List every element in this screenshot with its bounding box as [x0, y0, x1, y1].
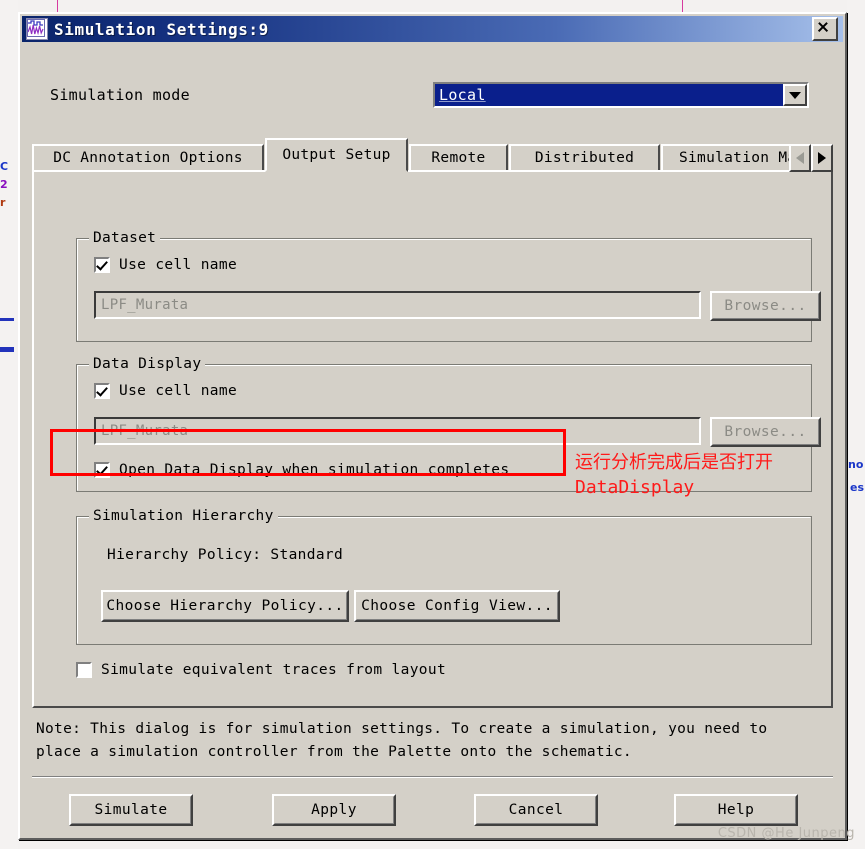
simulate-equivalent-traces-checkbox-row[interactable]: Simulate equivalent traces from layout	[76, 662, 446, 678]
checkbox-icon[interactable]	[94, 383, 110, 399]
background-right-strip	[847, 0, 865, 849]
data-display-group-title: Data Display	[89, 356, 206, 372]
background-text-no: no	[848, 458, 864, 471]
background-text-fragment: C	[0, 160, 9, 173]
dataset-use-cell-name-label: Use cell name	[119, 257, 238, 273]
open-data-display-label: Open Data Display when simulation comple…	[119, 462, 510, 478]
note-line-2: place a simulation controller from the P…	[36, 744, 632, 760]
background-bar	[0, 318, 14, 321]
tab-label: DC Annotation Options	[53, 150, 243, 166]
chevron-down-icon[interactable]	[783, 84, 807, 106]
background-guide-line	[57, 0, 58, 12]
dataset-use-cell-name-checkbox-row[interactable]: Use cell name	[94, 257, 237, 273]
simulation-mode-label: Simulation mode	[50, 86, 190, 104]
tab-scroll-buttons	[789, 144, 833, 172]
background-bar	[0, 347, 14, 352]
background-text-fragment: 2	[0, 178, 8, 191]
screen: C 2 r no es Simulation Settings:9 Simula…	[0, 0, 865, 849]
tab-strip: DC Annotation Options Output Setup Remot…	[32, 138, 833, 172]
tab-remote[interactable]: Remote	[409, 144, 508, 172]
tab-label: Output Setup	[282, 147, 391, 163]
simulation-mode-select[interactable]: Local	[433, 82, 809, 108]
data-display-browse-button[interactable]: Browse...	[710, 417, 821, 447]
checkbox-icon[interactable]	[94, 462, 110, 478]
simulation-hierarchy-group-title: Simulation Hierarchy	[89, 508, 278, 524]
output-setup-panel: Dataset Use cell name LPF_Murata Browse.…	[32, 170, 833, 708]
tab-label: Simulation Ma	[679, 150, 797, 166]
data-display-use-cell-name-checkbox-row[interactable]: Use cell name	[94, 383, 237, 399]
group-bevel	[77, 517, 811, 644]
data-display-path-value: LPF_Murata	[101, 423, 189, 439]
help-button-label: Help	[717, 802, 755, 818]
simulate-button-label: Simulate	[94, 802, 168, 818]
apply-button-label: Apply	[311, 802, 357, 818]
choose-config-view-label: Choose Config View...	[361, 598, 553, 614]
background-guide-line	[682, 0, 683, 12]
triangle-down-glyph	[789, 91, 801, 99]
dataset-browse-label: Browse...	[724, 298, 807, 314]
tab-label: Remote	[431, 150, 486, 166]
tab-output-setup[interactable]: Output Setup	[265, 138, 408, 172]
simulate-button[interactable]: Simulate	[69, 794, 193, 826]
simulation-settings-dialog: Simulation Settings:9 Simulation mode Lo…	[18, 12, 847, 840]
apply-button[interactable]: Apply	[272, 794, 396, 826]
background-left-strip	[0, 0, 18, 849]
hierarchy-policy-value: Hierarchy Policy: Standard	[107, 547, 344, 563]
dataset-group: Dataset Use cell name LPF_Murata Browse.…	[76, 230, 821, 342]
triangle-right-icon[interactable]	[811, 144, 833, 172]
dataset-browse-button[interactable]: Browse...	[710, 291, 821, 321]
open-data-display-checkbox-row[interactable]: Open Data Display when simulation comple…	[94, 462, 509, 478]
simulation-mode-row: Simulation mode Local	[22, 82, 843, 110]
group-bevel	[77, 239, 811, 341]
window-title: Simulation Settings:9	[54, 19, 269, 39]
dialog-body: Simulation mode Local DC Annotation Opti…	[22, 42, 843, 838]
choose-hierarchy-policy-button[interactable]: Choose Hierarchy Policy...	[101, 590, 349, 622]
tab-label: Distributed	[534, 150, 635, 166]
simulate-equivalent-traces-label: Simulate equivalent traces from layout	[101, 662, 447, 678]
checkbox-icon[interactable]	[76, 662, 92, 678]
annotation-line-2: DataDisplay	[575, 477, 695, 498]
dataset-group-title: Dataset	[89, 230, 161, 246]
footer-divider	[32, 776, 833, 778]
tab-dc-annotation-options[interactable]: DC Annotation Options	[32, 144, 264, 172]
annotation-line-1: 运行分析完成后是否打开	[575, 452, 773, 473]
background-text-fragment: r	[0, 196, 6, 209]
choose-config-view-button[interactable]: Choose Config View...	[354, 590, 560, 622]
background-text-es: es	[850, 481, 865, 494]
data-display-path-input[interactable]: LPF_Murata	[94, 417, 701, 445]
note-line-1: Note: This dialog is for simulation sett…	[36, 721, 768, 737]
simulation-mode-value: Local	[435, 84, 783, 106]
tab-simulation-manager[interactable]: Simulation Ma	[661, 144, 807, 172]
choose-hierarchy-policy-label: Choose Hierarchy Policy...	[106, 598, 344, 614]
cancel-button-label: Cancel	[508, 802, 564, 818]
triangle-left-icon[interactable]	[789, 144, 811, 172]
data-display-browse-label: Browse...	[724, 424, 807, 440]
title-bar[interactable]: Simulation Settings:9	[22, 16, 843, 42]
dataset-path-value: LPF_Murata	[101, 297, 189, 313]
annotation-note: 运行分析完成后是否打开 DataDisplay	[575, 450, 773, 500]
dataset-path-input[interactable]: LPF_Murata	[94, 291, 701, 319]
checkbox-icon[interactable]	[94, 257, 110, 273]
dialog-note: Note: This dialog is for simulation sett…	[36, 718, 826, 764]
cancel-button[interactable]: Cancel	[474, 794, 598, 826]
waveform-icon	[26, 18, 48, 40]
close-icon[interactable]	[812, 17, 838, 41]
watermark: CSDN @He Junpeng	[717, 826, 855, 841]
triangle-right-glyph	[818, 152, 826, 164]
tab-distributed[interactable]: Distributed	[509, 144, 660, 172]
simulation-hierarchy-group: Simulation Hierarchy Hierarchy Policy: S…	[76, 508, 812, 645]
triangle-left-glyph	[796, 152, 804, 164]
data-display-use-cell-name-label: Use cell name	[119, 383, 238, 399]
help-button[interactable]: Help	[674, 794, 798, 826]
